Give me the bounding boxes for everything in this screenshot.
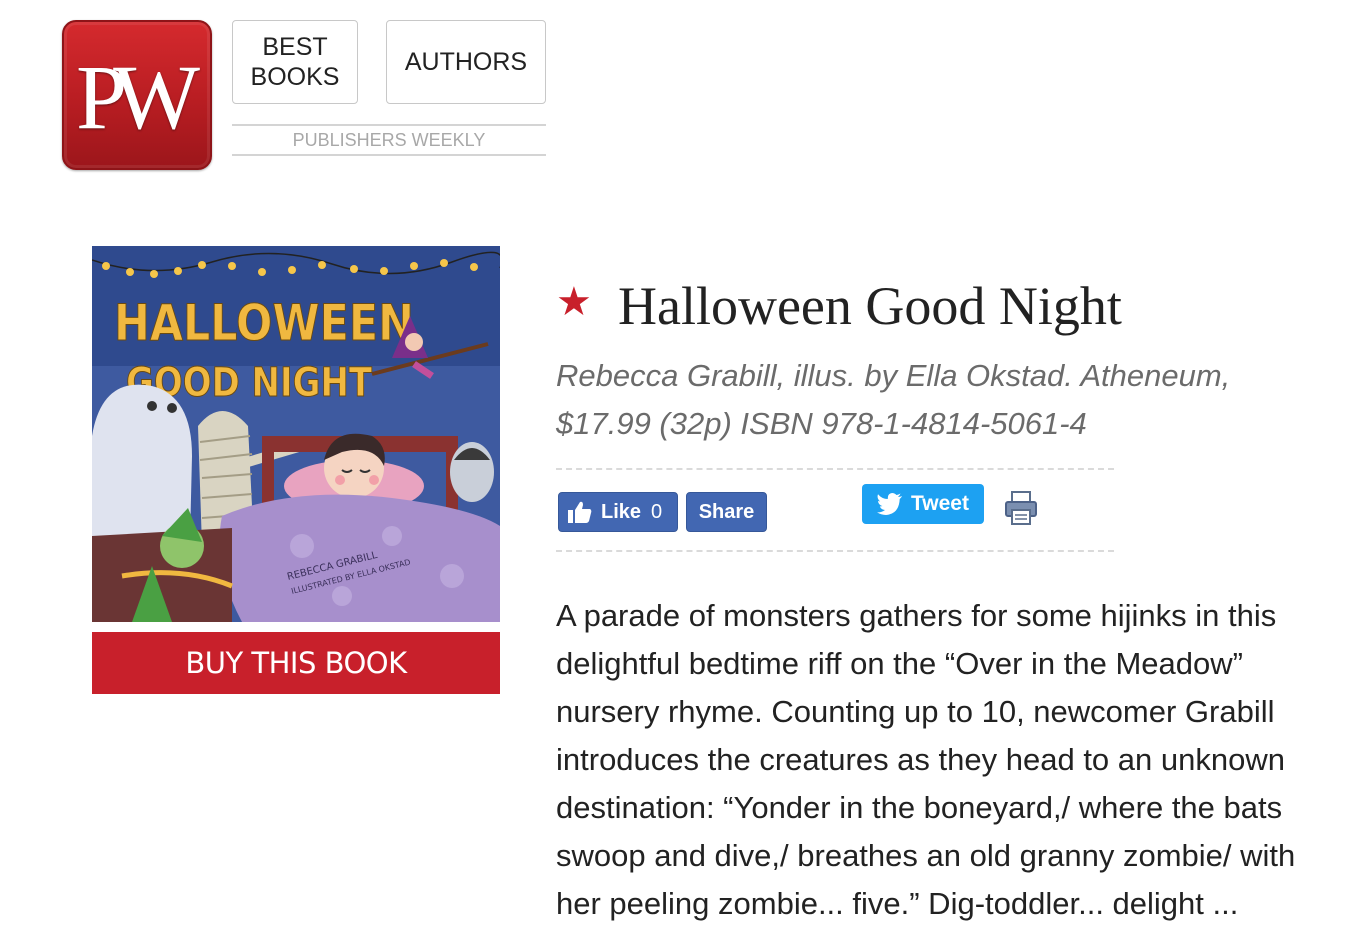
best-books-button[interactable]: BEST BOOKS — [232, 20, 358, 104]
printer-icon[interactable] — [1004, 490, 1038, 526]
book-cover-image[interactable]: HALLOWEEN GOOD NIGHT REBECCA GRABILL ILL… — [92, 246, 500, 622]
review-body: A parade of monsters gathers for some hi… — [556, 598, 1296, 921]
thumbs-up-icon — [567, 500, 593, 524]
book-title: Halloween Good Night — [618, 276, 1122, 336]
tweet-label: Tweet — [911, 492, 969, 515]
publishers-weekly-logo[interactable]: PW — [62, 20, 212, 170]
like-label: Like — [601, 501, 642, 523]
publishers-weekly-tagline: PUBLISHERS WEEKLY — [232, 124, 546, 156]
tweet-button[interactable]: Tweet — [862, 484, 984, 524]
logo-text: PW — [76, 46, 200, 148]
authors-button[interactable]: AUTHORS — [386, 20, 546, 104]
like-count: 0 — [651, 501, 663, 523]
page: PW BEST BOOKS AUTHORS PUBLISHERS WEEKLY … — [0, 0, 1352, 944]
buy-this-book-button[interactable]: BUY THIS BOOK — [92, 632, 500, 694]
starred-review-icon: ★ — [556, 280, 592, 324]
bibliographic-info: Rebecca Grabill, illus. by Ella Okstad. … — [556, 358, 1231, 441]
facebook-like-button[interactable]: Like 0 — [558, 492, 678, 532]
cover-title-line1: HALLOWEEN — [114, 294, 414, 352]
twitter-bird-icon — [877, 493, 903, 515]
divider-bottom — [556, 550, 1114, 552]
facebook-share-button[interactable]: Share — [686, 492, 767, 532]
divider-top — [556, 468, 1114, 470]
